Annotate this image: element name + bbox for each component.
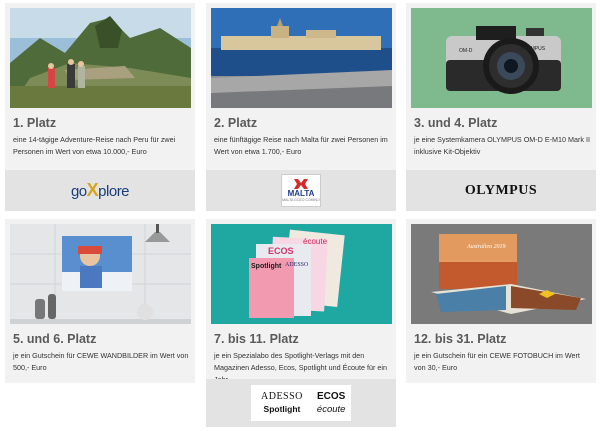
malta-logo: MALTA MALTA GOZO COMINO xyxy=(281,174,321,207)
goxplore-logo: goXplore xyxy=(70,180,130,200)
valletta-harbour-photo xyxy=(211,8,392,108)
ecos-logo: ECOS xyxy=(317,391,346,402)
svg-text:ECOS: ECOS xyxy=(268,246,294,256)
prize-card-4: 5. und 6. Platz je ein Gutschein für CEW… xyxy=(5,219,195,383)
magazine-logos-band: ADESSO ECOS Spotlight écoute xyxy=(206,379,396,427)
malta-logo-band: MALTA MALTA GOZO COMINO xyxy=(206,170,396,211)
prize-title: 3. und 4. Platz xyxy=(414,116,498,130)
svg-text:écoute: écoute xyxy=(303,237,328,246)
prize-card-6: Australien 2019 12. bis 31. Platz je ein… xyxy=(406,219,596,383)
prize-card-5: ECOS écoute ADESSO Spotlight 7. bis 11. … xyxy=(206,219,396,427)
prize-card-2: 2. Platz eine fünftägige Reise nach Malt… xyxy=(206,3,396,211)
svg-text:ADESSO: ADESSO xyxy=(285,262,309,268)
adesso-logo: ADESSO xyxy=(261,391,303,402)
prize-title: 1. Platz xyxy=(13,116,57,130)
wall-picture-photo xyxy=(10,224,191,324)
malta-cross-icon xyxy=(294,179,308,189)
prize-card-1: 1. Platz eine 14-tägige Adventure-Reise … xyxy=(5,3,195,211)
magazine-logos: ADESSO ECOS Spotlight écoute xyxy=(251,385,351,421)
prize-title: 5. und 6. Platz xyxy=(13,332,97,346)
svg-text:Spotlight: Spotlight xyxy=(251,263,282,270)
prize-card-3: OM-D OLYMPUS 3. und 4. Platz je eine Sys… xyxy=(406,3,596,211)
olympus-camera-photo: OM-D OLYMPUS xyxy=(411,8,592,108)
prize-description: je ein Gutschein für CEWE WANDBILDER im … xyxy=(13,351,189,372)
svg-text:Australien 2019: Australien 2019 xyxy=(466,244,506,250)
magazines-photo: ECOS écoute ADESSO Spotlight xyxy=(211,224,392,324)
spotlight-logo: Spotlight xyxy=(263,404,301,414)
prize-description: eine 14-tägige Adventure-Reise nach Peru… xyxy=(13,135,176,156)
prize-title: 7. bis 11. Platz xyxy=(214,332,299,346)
photobook-photo: Australien 2019 xyxy=(411,224,592,324)
ecoute-logo: écoute xyxy=(316,404,346,415)
olympus-logo-band: OLYMPUS xyxy=(406,170,596,211)
svg-text:OM-D: OM-D xyxy=(459,48,473,54)
prize-title: 2. Platz xyxy=(214,116,258,130)
svg-text:OLYMPUS: OLYMPUS xyxy=(521,46,546,52)
machu-picchu-photo xyxy=(10,8,191,108)
prize-description: eine fünftägige Reise nach Malta für zwe… xyxy=(214,135,388,156)
prize-description: je eine Systemkamera OLYMPUS OM-D E-M10 … xyxy=(414,135,591,156)
olympus-logo: OLYMPUS xyxy=(464,182,538,198)
goxplore-logo-band: goXplore xyxy=(5,170,195,211)
prize-title: 12. bis 31. Platz xyxy=(414,332,507,346)
prize-description: je ein Gutschein für ein CEWE FOTOBUCH i… xyxy=(414,351,580,372)
